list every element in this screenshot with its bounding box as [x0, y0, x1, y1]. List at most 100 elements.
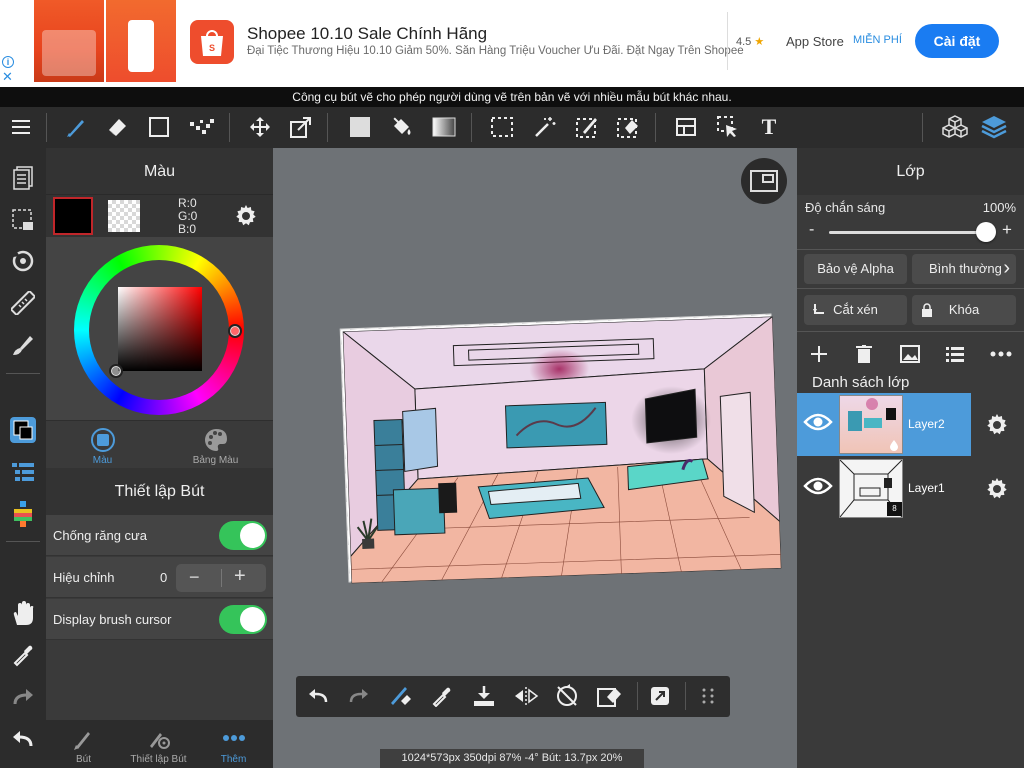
drawing-canvas[interactable] — [340, 314, 782, 584]
quick-undo-icon[interactable] — [302, 680, 334, 712]
color-palette-bar-icon[interactable] — [6, 497, 40, 531]
text-icon[interactable]: T — [752, 110, 786, 144]
rectangle-icon[interactable] — [142, 110, 176, 144]
color-swatch-row: R:0 G:0 B:0 — [46, 195, 273, 237]
canvas-status-bar: 1024*573px 350dpi 87% -4° Bút: 13.7px 20… — [380, 749, 644, 768]
select-icon[interactable] — [485, 110, 519, 144]
brush-effect-icon[interactable] — [6, 328, 40, 362]
opacity-minus-button[interactable]: - — [809, 221, 814, 239]
ad-title[interactable]: Shopee 10.10 Sale Chính Hãng — [247, 24, 487, 44]
opacity-plus-button[interactable]: + — [1002, 220, 1012, 240]
layout-icon[interactable] — [669, 110, 703, 144]
fullscreen-toggle-icon[interactable] — [741, 158, 787, 204]
shopee-logo-icon[interactable]: S — [190, 20, 234, 64]
canvas-area[interactable]: 1024*573px 350dpi 87% -4° Bút: 13.7px 20… — [273, 148, 797, 768]
primary-color-swatch[interactable] — [53, 197, 93, 235]
clipping-button[interactable]: Cắt xén — [804, 295, 907, 325]
color-settings-gear-icon[interactable] — [234, 204, 258, 233]
layer1-name: Layer1 — [908, 481, 945, 495]
tab-brush-settings[interactable]: Thiết lập Bút — [121, 720, 196, 768]
ad-subtitle[interactable]: Đại Tiệc Thương Hiệu 10.10 Giảm 50%. Săn… — [247, 45, 744, 57]
layers-icon[interactable] — [977, 110, 1011, 144]
tab-brush[interactable]: Bút — [46, 720, 121, 768]
tab-more[interactable]: Thêm — [196, 720, 271, 768]
layer-row-layer2[interactable]: Layer2 — [797, 393, 1024, 456]
fill-color-icon[interactable] — [343, 110, 377, 144]
layer-list-menu-icon[interactable] — [941, 340, 969, 368]
hand-icon[interactable] — [6, 597, 40, 631]
antialias-toggle[interactable] — [219, 521, 267, 550]
lock-button[interactable]: Khóa — [912, 295, 1016, 325]
opacity-label: Độ chắn sáng — [805, 200, 886, 215]
quick-import-icon[interactable] — [468, 680, 500, 712]
pages-icon[interactable] — [6, 161, 40, 195]
menu-icon[interactable] — [4, 110, 38, 144]
selection-layer-icon[interactable] — [6, 203, 40, 237]
eye-icon[interactable] — [803, 411, 833, 438]
quick-eyedropper-icon[interactable] — [426, 680, 458, 712]
layer-row-layer1[interactable]: 8 Layer1 — [797, 457, 1024, 520]
color-swatch-icon[interactable] — [6, 413, 40, 447]
quick-brush-eraser-icon[interactable] — [384, 680, 416, 712]
blend-mode-button[interactable]: Bình thường › — [912, 254, 1016, 284]
hue-handle[interactable] — [228, 324, 242, 338]
3d-icon[interactable] — [938, 110, 972, 144]
eraser-icon[interactable] — [100, 110, 134, 144]
ad-info-icon[interactable]: i — [2, 56, 14, 68]
tab-color-label: Màu — [92, 455, 113, 466]
ad-banner[interactable]: i ✕ S Shopee 10.10 Sale Chính Hãng Đại T… — [0, 0, 1024, 87]
brush-cursor-toggle[interactable] — [219, 605, 267, 634]
quick-grid-menu-icon[interactable] — [692, 680, 724, 712]
ad-close-icon[interactable]: ✕ — [2, 70, 13, 83]
dot-brush-icon[interactable] — [184, 110, 218, 144]
gradient-icon[interactable] — [427, 110, 461, 144]
layer-more-icon[interactable] — [987, 340, 1015, 368]
add-layer-icon[interactable] — [805, 340, 833, 368]
tab-color[interactable]: Màu — [46, 421, 159, 468]
lock-icon — [922, 303, 932, 317]
hue-ring[interactable] — [74, 245, 244, 415]
ad-image-phone[interactable] — [106, 0, 176, 82]
opacity-slider-handle[interactable] — [976, 222, 996, 242]
quick-redo-icon[interactable] — [343, 680, 375, 712]
layer-list-icon[interactable] — [6, 455, 40, 489]
quick-clear-icon[interactable] — [593, 680, 625, 712]
layer-image-icon[interactable] — [896, 340, 924, 368]
bucket-icon[interactable] — [385, 110, 419, 144]
correction-plus-button[interactable]: + — [234, 565, 246, 588]
quick-reference-icon[interactable] — [644, 680, 676, 712]
magic-wand-icon[interactable] — [528, 110, 562, 144]
protect-alpha-button[interactable]: Bảo vệ Alpha — [804, 254, 907, 284]
undo-icon[interactable] — [6, 722, 40, 756]
redo-icon[interactable] — [6, 680, 40, 714]
saturation-handle[interactable] — [109, 364, 123, 378]
saturation-value-square[interactable] — [118, 287, 202, 371]
correction-minus-button[interactable]: − — [189, 567, 200, 588]
svg-text:S: S — [209, 43, 215, 53]
rotate-icon[interactable] — [6, 244, 40, 278]
eye-icon[interactable] — [803, 475, 833, 502]
opacity-slider[interactable] — [829, 231, 989, 234]
delete-layer-icon[interactable] — [850, 340, 878, 368]
more-dots-icon — [223, 735, 245, 741]
cursor-icon[interactable] — [711, 110, 745, 144]
tab-brush-label: Bút — [75, 754, 91, 765]
tab-palette[interactable]: Bảng Màu — [159, 421, 272, 468]
eyedropper-icon[interactable] — [6, 638, 40, 672]
transform-icon[interactable] — [284, 110, 318, 144]
layer1-settings-gear-icon[interactable] — [985, 477, 1009, 506]
room-illustration — [341, 315, 782, 584]
ad-install-button[interactable]: Cài đặt — [915, 24, 999, 58]
secondary-color-swatch[interactable] — [108, 200, 140, 232]
ruler-icon[interactable] — [6, 286, 40, 320]
select-eraser-icon[interactable] — [611, 110, 645, 144]
quick-flip-icon[interactable] — [510, 680, 542, 712]
layer-panel-title: Lớp — [797, 148, 1024, 195]
quick-rotate-reset-icon[interactable] — [551, 680, 583, 712]
move-icon[interactable] — [243, 110, 277, 144]
correction-row: Hiệu chỉnh 0 − + — [46, 557, 273, 598]
brush-icon[interactable] — [59, 110, 93, 144]
select-pen-icon[interactable] — [570, 110, 604, 144]
layer2-settings-gear-icon[interactable] — [985, 413, 1009, 442]
ad-image-promo[interactable] — [34, 0, 104, 82]
